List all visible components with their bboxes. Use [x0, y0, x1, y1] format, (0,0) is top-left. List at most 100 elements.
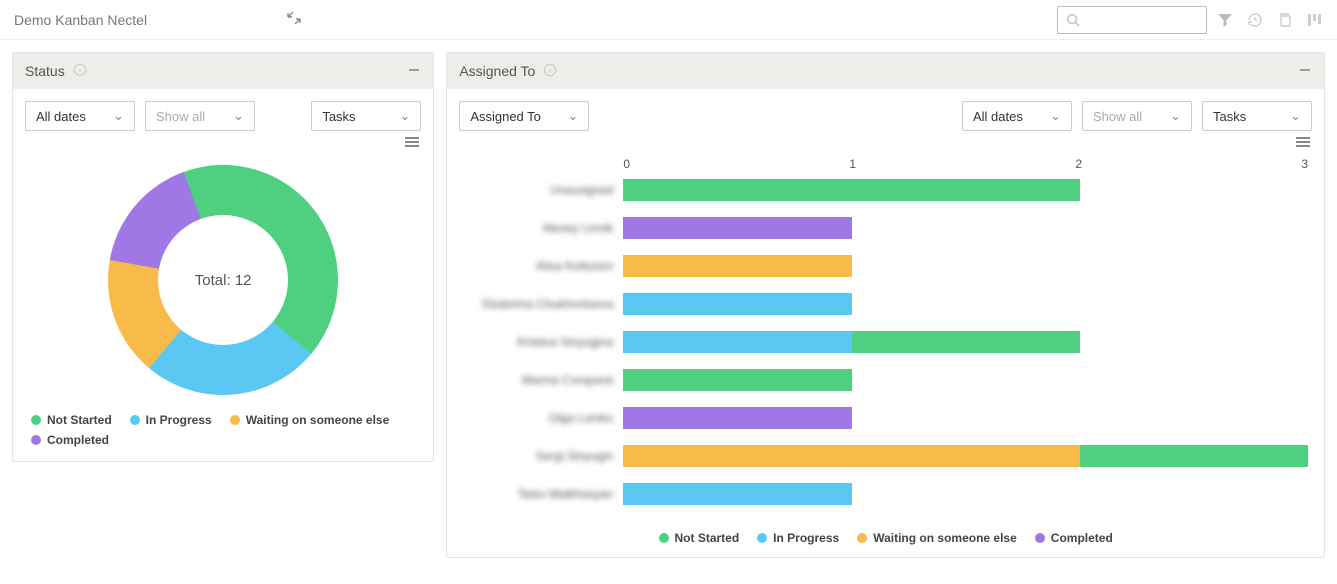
bar-segment [852, 331, 1080, 353]
panel-title: Status [25, 63, 65, 79]
axis-tick: 3 [1301, 157, 1308, 171]
chevron-down-icon: ⌄ [567, 108, 578, 124]
bar-row: Tatev Malkhasyan [463, 475, 1308, 513]
panel-header: Status [13, 53, 433, 89]
bar-row: Kristina Sinyugina [463, 323, 1308, 361]
bar-segment [623, 407, 851, 429]
bar-row: Ekaterina Chukhontseva [463, 285, 1308, 323]
bar-track [623, 369, 1308, 391]
filter-label: Show all [156, 109, 205, 124]
bar-track [623, 293, 1308, 315]
bar-track [623, 407, 1308, 429]
chart-menu-icon[interactable] [405, 137, 419, 147]
bar-label: Sergi Sinyugin [463, 449, 623, 463]
axis-tick: 2 [1075, 157, 1301, 171]
panel-header: Assigned To [447, 53, 1324, 89]
kanban-icon[interactable] [1307, 12, 1323, 28]
chevron-down-icon: ⌄ [1170, 108, 1181, 124]
filter-tasks[interactable]: Tasks ⌄ [1202, 101, 1312, 131]
assigned-bar-chart: 0123 Unassigned Alexey Linnik Alisa Kettun… [447, 147, 1324, 523]
filter-label: All dates [36, 109, 86, 124]
assigned-filters: Assigned To ⌄ All dates ⌄ Show all ⌄ Tas… [447, 89, 1324, 131]
legend-item: Not Started [31, 413, 112, 427]
filter-label: All dates [973, 109, 1023, 124]
topbar: Demo Kanban Nectel [0, 0, 1337, 40]
chevron-down-icon: ⌄ [1290, 108, 1301, 124]
status-panel: Status All dates ⌄ Show all ⌄ Tasks ⌄ [12, 52, 434, 462]
bar-row: Olga Lomko [463, 399, 1308, 437]
chevron-down-icon: ⌄ [399, 108, 410, 124]
status-donut-chart: Total: 12 [13, 147, 433, 405]
bar-label: Tatev Malkhasyan [463, 487, 623, 501]
legend-item: Not Started [659, 531, 740, 545]
bar-track [623, 331, 1308, 353]
bar-row: Alisa Kettunen [463, 247, 1308, 285]
bar-label: Olga Lomko [463, 411, 623, 425]
filter-label: Assigned To [470, 109, 541, 124]
filter-dates[interactable]: All dates ⌄ [25, 101, 135, 131]
bar-segment [623, 331, 851, 353]
filter-assigned-to[interactable]: Assigned To ⌄ [459, 101, 589, 131]
legend-item: In Progress [130, 413, 212, 427]
bar-segment [623, 483, 851, 505]
bar-track [623, 255, 1308, 277]
chevron-down-icon: ⌄ [233, 108, 244, 124]
bar-track [623, 217, 1308, 239]
bar-row: Unassigned [463, 171, 1308, 209]
bar-track [623, 483, 1308, 505]
minimize-icon[interactable] [407, 63, 421, 80]
assigned-panel: Assigned To Assigned To ⌄ All dates ⌄ Sh… [446, 52, 1325, 558]
info-icon[interactable] [73, 63, 87, 80]
assigned-legend: Not Started In Progress Waiting on someo… [447, 523, 1324, 557]
bar-segment [623, 369, 851, 391]
filter-label: Show all [1093, 109, 1142, 124]
filter-dates[interactable]: All dates ⌄ [962, 101, 1072, 131]
history-icon[interactable] [1247, 12, 1263, 28]
bar-label: Kristina Sinyugina [463, 335, 623, 349]
bar-segment [623, 179, 1079, 201]
minimize-icon[interactable] [1298, 63, 1312, 80]
bar-segment [623, 255, 851, 277]
bar-track [623, 445, 1308, 467]
filter-showall[interactable]: Show all ⌄ [1082, 101, 1192, 131]
bar-label: Alexey Linnik [463, 221, 623, 235]
page-title: Demo Kanban Nectel [14, 12, 147, 28]
bar-track [623, 179, 1308, 201]
legend-item: In Progress [757, 531, 839, 545]
info-icon[interactable] [543, 63, 557, 80]
panel-title: Assigned To [459, 63, 535, 79]
bar-label: Marina Conquest [463, 373, 623, 387]
copy-icon[interactable] [1277, 12, 1293, 28]
filter-icon[interactable] [1217, 12, 1233, 28]
chart-menu-icon[interactable] [1296, 137, 1310, 147]
axis-tick: 0 [623, 157, 849, 171]
filter-label: Tasks [1213, 109, 1246, 124]
bar-label: Ekaterina Chukhontseva [463, 297, 623, 311]
axis-tick: 1 [849, 157, 1075, 171]
bar-row: Marina Conquest [463, 361, 1308, 399]
legend-item: Waiting on someone else [230, 413, 390, 427]
filter-label: Tasks [322, 109, 355, 124]
chevron-down-icon: ⌄ [113, 108, 124, 124]
bar-label: Alisa Kettunen [463, 259, 623, 273]
filter-showall[interactable]: Show all ⌄ [145, 101, 255, 131]
bar-segment [1080, 445, 1308, 467]
status-legend: Not Started In Progress Waiting on someo… [13, 405, 433, 461]
bar-label: Unassigned [463, 183, 623, 197]
donut-total: Total: 12 [195, 272, 252, 289]
collapse-icon[interactable] [287, 11, 301, 28]
bar-row: Sergi Sinyugin [463, 437, 1308, 475]
bar-segment [623, 293, 851, 315]
status-filters: All dates ⌄ Show all ⌄ Tasks ⌄ [13, 89, 433, 131]
content: Status All dates ⌄ Show all ⌄ Tasks ⌄ [0, 40, 1337, 570]
filter-tasks[interactable]: Tasks ⌄ [311, 101, 421, 131]
legend-item: Completed [1035, 531, 1113, 545]
legend-item: Completed [31, 433, 109, 447]
chevron-down-icon: ⌄ [1050, 108, 1061, 124]
search-input[interactable] [1057, 6, 1207, 34]
x-axis: 0123 [463, 157, 1308, 171]
bar-row: Alexey Linnik [463, 209, 1308, 247]
bar-segment [623, 445, 1079, 467]
bar-segment [623, 217, 851, 239]
legend-item: Waiting on someone else [857, 531, 1017, 545]
